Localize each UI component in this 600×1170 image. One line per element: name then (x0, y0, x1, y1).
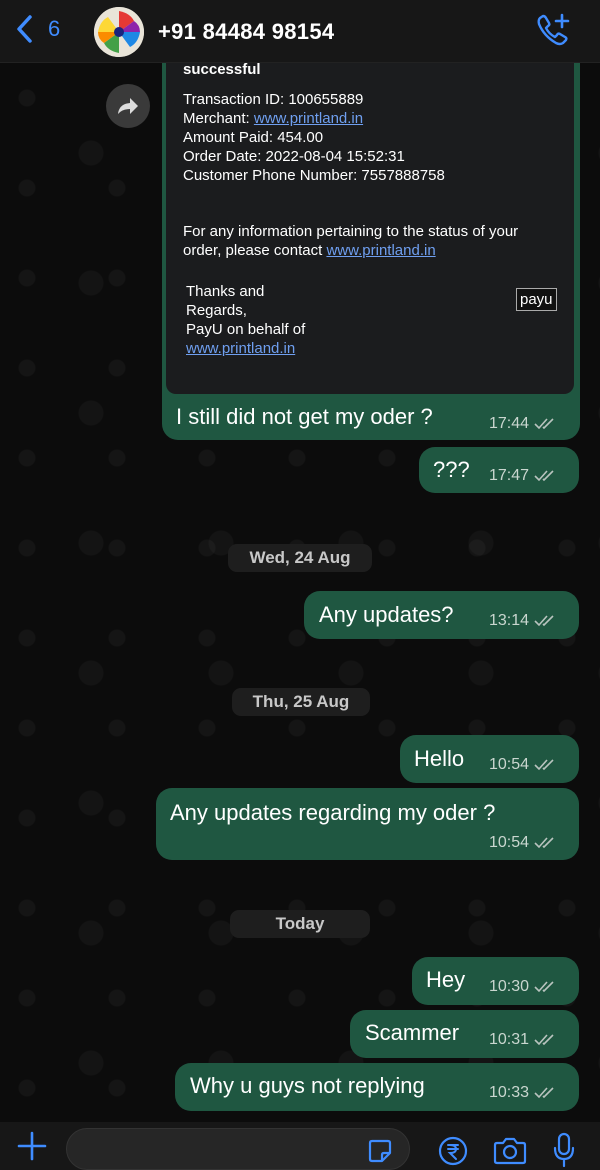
composer-bar (0, 1122, 600, 1170)
message-meta: 10:54 (489, 834, 556, 852)
transaction-id: Transaction ID: 100655889 (183, 91, 364, 108)
info-link[interactable]: www.printland.in (326, 242, 435, 259)
message-text: I still did not get my oder ? (176, 404, 433, 429)
message-time: 13:14 (489, 612, 530, 629)
message-text: ??? (433, 457, 470, 482)
payu-behalf-line: PayU on behalf of (186, 321, 306, 338)
amount-paid: Amount Paid: 454.00 (183, 129, 324, 146)
message-text: Any updates regarding my oder ? (170, 800, 496, 825)
merchant-link[interactable]: www.printland.in (254, 110, 363, 127)
thanks-line: Thanks and (186, 283, 265, 300)
message-time: 17:47 (489, 467, 530, 484)
double-check-icon (534, 1034, 554, 1046)
microphone-icon[interactable] (552, 1132, 576, 1168)
message-time: 10:31 (489, 1031, 530, 1048)
message-time: 10:33 (489, 1084, 530, 1101)
merchant-line: Merchant: www.printland.in (183, 109, 363, 128)
chevron-left-icon (17, 15, 32, 43)
double-check-icon (534, 981, 554, 993)
footer-link[interactable]: www.printland.in (186, 339, 295, 358)
contact-name[interactable]: +91 84484 98154 (158, 19, 334, 45)
unread-count: 6 (48, 16, 61, 41)
forward-button[interactable] (106, 84, 150, 128)
message-bubble-sent[interactable]: Scammer 10:31 (350, 1010, 579, 1058)
message-time: 10:54 (489, 834, 530, 851)
double-check-icon (534, 418, 554, 430)
avatar[interactable] (94, 7, 144, 57)
merchant-label: Merchant: (183, 110, 254, 127)
double-check-icon (534, 1087, 554, 1099)
double-check-icon (534, 615, 554, 627)
payu-logo: payu (516, 288, 557, 311)
forward-arrow-icon (118, 98, 138, 114)
message-meta: 13:14 (489, 612, 556, 630)
message-input[interactable] (66, 1128, 410, 1170)
message-meta: 17:47 (489, 467, 556, 485)
customer-phone: Customer Phone Number: 7557888758 (183, 167, 445, 184)
order-date: Order Date: 2022-08-04 15:52:31 (183, 148, 405, 165)
message-text: Any updates? (319, 602, 454, 627)
regards-line: Regards, (186, 302, 247, 319)
camera-icon[interactable] (492, 1136, 528, 1166)
message-meta: 10:30 (489, 978, 556, 996)
phone-plus-icon[interactable] (534, 12, 572, 48)
message-bubble-sent[interactable]: Hey 10:30 (412, 957, 579, 1005)
date-separator: Thu, 25 Aug (232, 688, 370, 716)
message-meta: 10:31 (489, 1031, 556, 1049)
back-button[interactable]: 6 (14, 14, 60, 44)
info-line-1: For any information pertaining to the st… (183, 223, 519, 240)
message-time: 10:30 (489, 978, 530, 995)
message-meta: 10:54 (489, 756, 556, 774)
info-line-2: order, please contact www.printland.in (183, 241, 436, 260)
message-bubble-sent[interactable]: Any updates regarding my oder ? 10:54 (156, 788, 579, 860)
message-bubble-sent[interactable]: Why u guys not replying 10:33 (175, 1063, 579, 1111)
chat-header: 6 +91 84484 98154 (0, 0, 600, 63)
sticker-icon[interactable] (367, 1138, 393, 1164)
message-text: Hey (426, 967, 466, 992)
chat-area[interactable]: successful Transaction ID: 100655889 Mer… (0, 62, 600, 1122)
rupee-icon[interactable] (438, 1136, 468, 1166)
double-check-icon (534, 759, 554, 771)
message-bubble-sent[interactable]: ??? 17:47 (419, 447, 579, 493)
payment-receipt-card[interactable]: successful Transaction ID: 100655889 Mer… (166, 62, 574, 394)
message-meta: 17:44 (489, 415, 556, 433)
message-time: 17:44 (489, 415, 530, 432)
message-text: Hello (414, 746, 465, 771)
message-meta: 10:33 (489, 1084, 556, 1102)
message-time: 10:54 (489, 756, 530, 773)
message-bubble-sent[interactable]: Any updates? 13:14 (304, 591, 579, 639)
receipt-partial-line: successful (183, 62, 261, 78)
message-bubble-sent[interactable]: Hello 10:54 (400, 735, 579, 783)
plus-icon[interactable] (16, 1130, 48, 1162)
message-text: Scammer (365, 1020, 460, 1045)
double-check-icon (534, 837, 554, 849)
message-text: Why u guys not replying (190, 1073, 425, 1098)
date-separator: Wed, 24 Aug (228, 544, 372, 572)
info-line-2-prefix: order, please contact (183, 242, 327, 259)
double-check-icon (534, 470, 554, 482)
date-separator: Today (230, 910, 370, 938)
pinwheel-logo-icon (94, 7, 144, 57)
